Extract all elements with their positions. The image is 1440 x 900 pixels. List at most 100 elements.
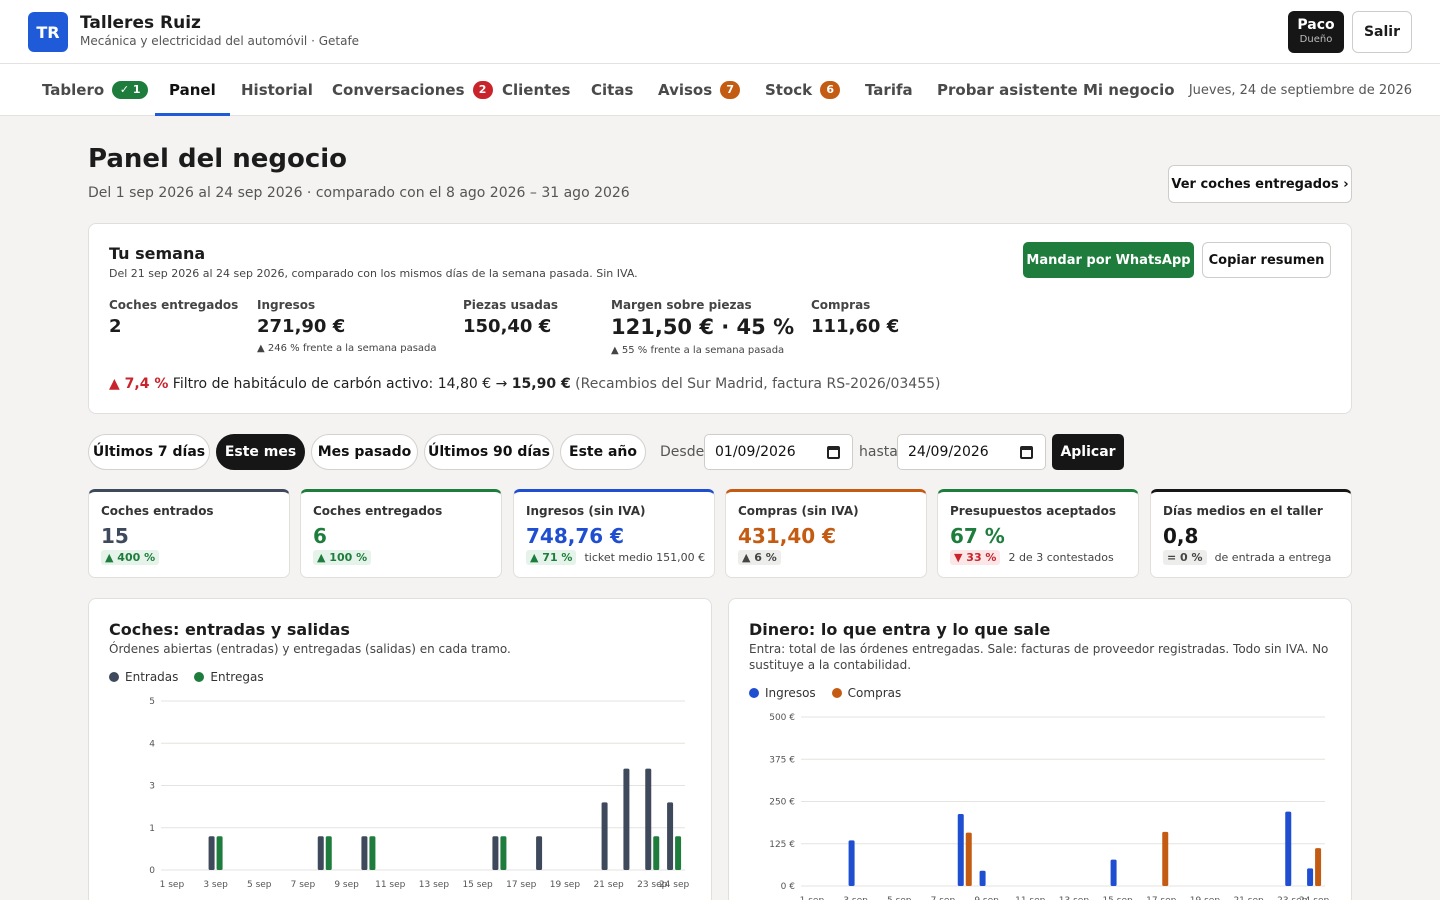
tab-avisos[interactable]: Avisos 7 bbox=[658, 64, 741, 116]
tab-stock[interactable]: Stock 6 bbox=[765, 64, 841, 116]
bar-entregas bbox=[675, 836, 682, 870]
stat-value: 121,50 € · 45 % bbox=[611, 315, 795, 339]
from-date-input[interactable]: 01/09/2026 bbox=[704, 434, 853, 470]
bar-compras bbox=[1162, 831, 1169, 886]
tab-label: Probar asistente bbox=[937, 81, 1078, 99]
week-stat-margin: Margen sobre piezas 121,50 € · 45 % ▲ 55… bbox=[611, 298, 794, 356]
kpi-note: 2 de 3 contestados bbox=[1008, 551, 1114, 564]
bar-entradas bbox=[492, 836, 499, 870]
range-this-year[interactable]: Este año bbox=[560, 434, 646, 470]
range-this-month[interactable]: Este mes bbox=[216, 434, 305, 470]
bar-compras bbox=[1315, 848, 1322, 886]
stat-value: 2 bbox=[109, 316, 122, 337]
calendar-icon[interactable] bbox=[1020, 446, 1033, 459]
price-change: ▲ 7,4 % bbox=[109, 376, 169, 392]
bar-ingresos bbox=[1285, 811, 1292, 886]
range-last-90-days[interactable]: Últimos 90 días bbox=[424, 434, 554, 470]
bar-ingresos bbox=[979, 870, 986, 886]
stat-value: 111,60 € bbox=[811, 316, 900, 337]
x-tick-label: 5 sep bbox=[247, 880, 272, 890]
y-tick-label: 0 € bbox=[781, 882, 796, 892]
bar-entregas bbox=[216, 836, 223, 870]
to-date-value: 24/09/2026 bbox=[908, 444, 989, 460]
tab-probar-asistente[interactable]: Probar asistente bbox=[937, 64, 1078, 116]
bar-entregas bbox=[369, 836, 376, 870]
to-date-input[interactable]: 24/09/2026 bbox=[897, 434, 1046, 470]
y-tick-label: 375 € bbox=[769, 755, 795, 765]
kpi-value: 0,8 bbox=[1163, 524, 1199, 548]
kpi-change: ▲ 100 % bbox=[313, 550, 372, 565]
bar-compras bbox=[965, 832, 972, 886]
y-tick-label: 1 bbox=[149, 824, 155, 834]
tab-badge: 7 bbox=[720, 81, 741, 99]
tab-citas[interactable]: Citas bbox=[591, 64, 633, 116]
user-menu-button[interactable]: Paco Dueño bbox=[1288, 11, 1344, 53]
price-item: Filtro de habitáculo de carbón activo: 1… bbox=[172, 376, 508, 392]
bar-entradas bbox=[317, 836, 324, 870]
bar-entradas bbox=[208, 836, 215, 870]
y-tick-label: 3 bbox=[149, 782, 155, 792]
bar-entradas bbox=[645, 768, 652, 870]
stat-delta: ▲ 55 % frente a la semana pasada bbox=[611, 345, 785, 356]
kpi-label: Compras (sin IVA) bbox=[738, 504, 859, 518]
view-delivered-cars-button[interactable]: Ver coches entregados › bbox=[1168, 165, 1352, 203]
range-last-7-days[interactable]: Últimos 7 días bbox=[88, 434, 210, 470]
x-tick-label: 5 sep bbox=[887, 896, 912, 900]
tab-panel[interactable]: Panel bbox=[155, 64, 230, 116]
tab-mi-negocio[interactable]: Mi negocio bbox=[1083, 64, 1175, 116]
kpi-quotes-accepted: Presupuestos aceptados 67 % ▼ 33 % 2 de … bbox=[937, 489, 1139, 578]
calendar-icon[interactable] bbox=[827, 446, 840, 459]
tab-label: Panel bbox=[169, 81, 216, 99]
bar-ingresos bbox=[1110, 859, 1117, 886]
tab-conversaciones[interactable]: Conversaciones 2 bbox=[332, 64, 493, 116]
kpi-label: Presupuestos aceptados bbox=[950, 504, 1117, 518]
from-date-value: 01/09/2026 bbox=[715, 444, 796, 460]
kpi-cars-in: Coches entrados 15 ▲ 400 % bbox=[88, 489, 290, 578]
bar-entregas bbox=[325, 836, 332, 870]
copy-summary-button[interactable]: Copiar resumen bbox=[1202, 242, 1331, 278]
bar-entradas bbox=[536, 836, 543, 870]
tab-label: Stock bbox=[765, 81, 813, 99]
tab-clientes[interactable]: Clientes bbox=[502, 64, 570, 116]
bar-entradas bbox=[361, 836, 368, 870]
tab-label: Mi negocio bbox=[1083, 81, 1175, 99]
kpi-label: Días medios en el taller bbox=[1163, 504, 1323, 518]
tab-historial[interactable]: Historial bbox=[241, 64, 313, 116]
apply-button[interactable]: Aplicar bbox=[1052, 434, 1124, 470]
kpi-change: = 0 % bbox=[1163, 550, 1207, 565]
kpi-label: Coches entregados bbox=[313, 504, 443, 518]
bar-ingresos bbox=[848, 840, 855, 886]
stat-value: 150,40 € bbox=[463, 316, 552, 337]
kpi-value: 6 bbox=[313, 524, 327, 548]
bar-entregas bbox=[653, 836, 660, 870]
kpi-change: ▲ 71 % bbox=[526, 550, 577, 565]
kpi-label: Coches entrados bbox=[101, 504, 214, 518]
tab-badge: ✓ 1 bbox=[112, 81, 149, 99]
x-tick-label: 3 sep bbox=[203, 880, 228, 890]
y-tick-label: 5 bbox=[149, 697, 155, 707]
stat-label: Ingresos bbox=[257, 298, 316, 312]
tab-label: Tablero bbox=[42, 81, 105, 99]
x-tick-label: 15 sep bbox=[1102, 896, 1133, 900]
bar-entradas bbox=[623, 768, 630, 870]
x-tick-label: 13 sep bbox=[1059, 896, 1090, 900]
business-logo: TR bbox=[28, 12, 68, 52]
logout-button[interactable]: Salir bbox=[1352, 11, 1412, 53]
stat-label: Compras bbox=[811, 298, 871, 312]
range-last-month[interactable]: Mes pasado bbox=[311, 434, 418, 470]
kpi-note: de entrada a entrega bbox=[1214, 551, 1332, 564]
bar-entradas bbox=[667, 802, 674, 870]
tab-tablero[interactable]: Tablero ✓ 1 bbox=[42, 64, 149, 116]
y-tick-label: 125 € bbox=[769, 840, 795, 850]
page-title: Panel del negocio bbox=[88, 144, 348, 174]
tab-tarifa[interactable]: Tarifa bbox=[865, 64, 913, 116]
bar-ingresos bbox=[957, 814, 964, 886]
week-stat-parts: Piezas usadas 150,40 € bbox=[463, 298, 558, 337]
send-whatsapp-button[interactable]: Mandar por WhatsApp bbox=[1023, 242, 1194, 278]
tab-label: Clientes bbox=[502, 81, 571, 99]
x-tick-label: 11 sep bbox=[1015, 896, 1046, 900]
x-tick-label: 17 sep bbox=[506, 880, 537, 890]
price-new: 15,90 € bbox=[511, 376, 571, 392]
x-tick-label: 1 sep bbox=[160, 880, 185, 890]
to-label: hasta bbox=[859, 444, 898, 460]
